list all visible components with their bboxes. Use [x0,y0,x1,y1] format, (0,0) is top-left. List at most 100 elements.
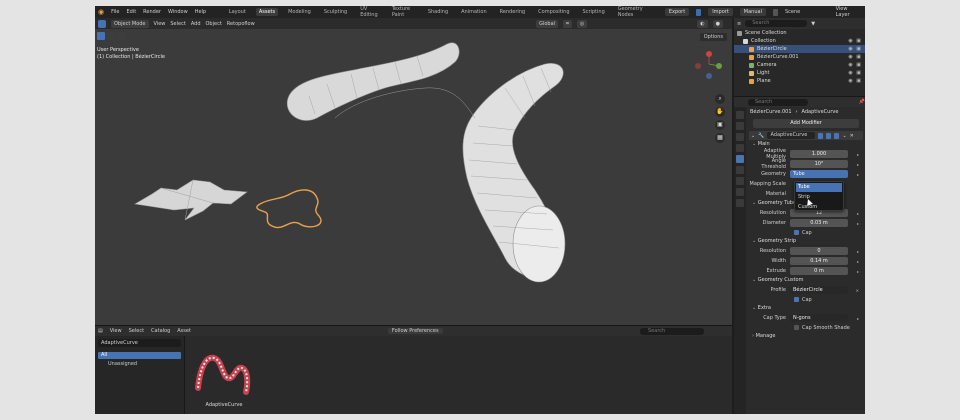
keyframe-dot-icon[interactable]: ▸ [857,172,859,177]
menu-edit[interactable]: Edit [126,9,136,15]
diameter-field[interactable]: 0.03 m [790,219,848,227]
scene-selector[interactable]: Scene [785,9,800,15]
modifier-name-field[interactable]: AdaptiveCurve [767,132,816,139]
keyframe-dot-icon[interactable]: ▸ [857,162,859,167]
outliner-item[interactable]: Light ◉ ▣ [734,69,865,77]
dropdown-option-tube[interactable]: Tube [796,183,842,192]
grid-icon[interactable]: ▦ [715,133,725,143]
outliner-item[interactable]: Scene Collection [734,29,865,37]
keyframe-dot-icon[interactable]: ▸ [857,269,859,274]
edit-mode-toggle-icon[interactable] [818,132,824,139]
data-tab-icon[interactable] [736,188,744,196]
section-extra[interactable]: Extra [747,304,865,313]
workspace-tab-animation[interactable]: Animation [458,8,490,16]
proportional-icon[interactable]: ◎ [576,19,588,28]
asset-menu-view[interactable]: View [110,328,122,334]
options-button[interactable]: Options [699,33,727,41]
menu-help[interactable]: Help [195,9,206,15]
menu-select[interactable]: Select [170,21,185,27]
menu-window[interactable]: Window [168,9,188,15]
output-tab-icon[interactable] [736,133,744,141]
checkbox-checked-icon[interactable] [794,230,799,235]
workspace-tab-scripting[interactable]: Scripting [580,8,608,16]
outliner-search-input[interactable]: Search [745,20,808,27]
tool-tab-icon[interactable] [736,111,744,119]
outliner-item[interactable]: Collection ◉ ▣ [734,37,865,45]
outliner-item[interactable]: Camera ◉ ▣ [734,61,865,69]
render-toggle-icon[interactable] [834,132,840,139]
menu-render[interactable]: Render [143,9,161,15]
menu-object[interactable]: Object [206,21,222,27]
asset-menu-catalog[interactable]: Catalog [151,328,170,334]
profile-field[interactable]: BézierCircle [790,286,848,294]
adaptive-multiply-field[interactable]: 1.000 [790,150,848,158]
custom-cap-checkbox[interactable]: Cap [747,295,865,304]
menu-retopoflow[interactable]: Retopoflow [227,21,255,27]
editor-type-icon[interactable] [98,19,106,28]
object-mode-dropdown[interactable]: Object Mode [111,19,149,28]
tube-cap-checkbox[interactable]: Cap [747,228,865,237]
pin-icon[interactable]: 📌 [859,99,865,105]
visibility-icon[interactable]: ◉ ▣ [848,77,862,85]
outliner-item[interactable]: BézierCurve.001 ◉ ▣ [734,53,865,61]
visibility-icon[interactable]: ◉ ▣ [848,69,862,77]
render-tab-icon[interactable] [736,122,744,130]
snap-icon[interactable]: ⌗ [563,19,572,28]
strip-resolution-field[interactable]: 0 [790,247,848,255]
asset-editor-icon[interactable]: ▤ [98,328,103,334]
keyframe-dot-icon[interactable]: ▸ [857,316,859,321]
asset-search-input[interactable]: Search [640,328,704,335]
asset-menu-select[interactable]: Select [129,328,144,334]
cap-type-dropdown[interactable]: N-gons [790,314,848,322]
viewport-toggle-icon[interactable] [826,132,832,139]
select-tool-icon[interactable] [97,32,105,40]
select-box-icon[interactable] [107,32,115,40]
overlay-icon[interactable]: ◐ [697,19,708,28]
extrude-field[interactable]: 0 m [790,267,848,275]
workspace-tab-layout[interactable]: Layout [226,8,249,16]
menu-view[interactable]: View [154,21,166,27]
manual-button[interactable]: Manual [739,8,766,16]
view-layer-selector[interactable]: View Layer [836,6,856,18]
checkbox-checked-icon[interactable] [794,297,799,302]
keyframe-dot-icon[interactable]: ▸ [857,259,859,264]
modifier-close-icon[interactable]: ✕ [850,133,854,139]
cap-smooth-checkbox[interactable]: Cap Smooth Shade [747,323,865,332]
outliner-item[interactable]: BézierCircle ◉ ▣ [734,45,865,53]
visibility-icon[interactable]: ◉ ▣ [848,37,862,45]
keyframe-dot-icon[interactable]: ▸ [857,152,859,157]
menu-add[interactable]: Add [191,21,201,27]
import-method-dropdown[interactable]: Follow Preferences [387,328,443,334]
asset-library-dropdown[interactable]: AdaptiveCurve [98,339,181,347]
zoom-icon[interactable]: ⌕ [715,94,725,104]
pan-hand-icon[interactable]: ✋ [715,107,725,117]
export-button[interactable]: Export [664,8,690,16]
blender-logo-icon[interactable]: ◉ [98,8,104,16]
geometry-dropdown[interactable]: Tube [790,170,848,178]
modifier-menu-icon[interactable]: ⌄ [842,133,846,139]
cube-icon[interactable] [696,8,702,16]
dropdown-option-custom[interactable]: Custom [796,203,842,212]
section-manage[interactable]: Manage [747,332,865,341]
object-tab-icon[interactable] [736,144,744,152]
select-extend-icon[interactable] [117,32,125,40]
scene-icon[interactable] [772,8,778,16]
menu-file[interactable]: File [111,9,119,15]
keyframe-dot-icon[interactable]: ▸ [857,249,859,254]
filter-icon[interactable]: ▼ [811,21,815,27]
add-modifier-button[interactable]: Add Modifier [753,119,859,128]
workspace-tab-sculpting[interactable]: Sculpting [321,8,350,16]
workspace-tab-modeling[interactable]: Modeling [285,8,314,16]
physics-tab-icon[interactable] [736,177,744,185]
section-geometry-custom[interactable]: Geometry Custom [747,276,865,285]
visibility-icon[interactable]: ◉ ▣ [848,53,862,61]
camera-icon[interactable]: ▣ [715,120,725,130]
visibility-icon[interactable]: ◉ ▣ [848,45,862,53]
collapse-icon[interactable]: ⌄ [751,133,755,139]
angle-threshold-field[interactable]: 10° [790,160,848,168]
workspace-tab-shading[interactable]: Shading [425,8,451,16]
visibility-icon[interactable]: ◉ ▣ [848,61,862,69]
workspace-tab-rendering[interactable]: Rendering [497,8,529,16]
outliner-editor-icon[interactable]: ≡ [737,21,741,27]
catalog-unassigned[interactable]: Unassigned [98,361,181,368]
